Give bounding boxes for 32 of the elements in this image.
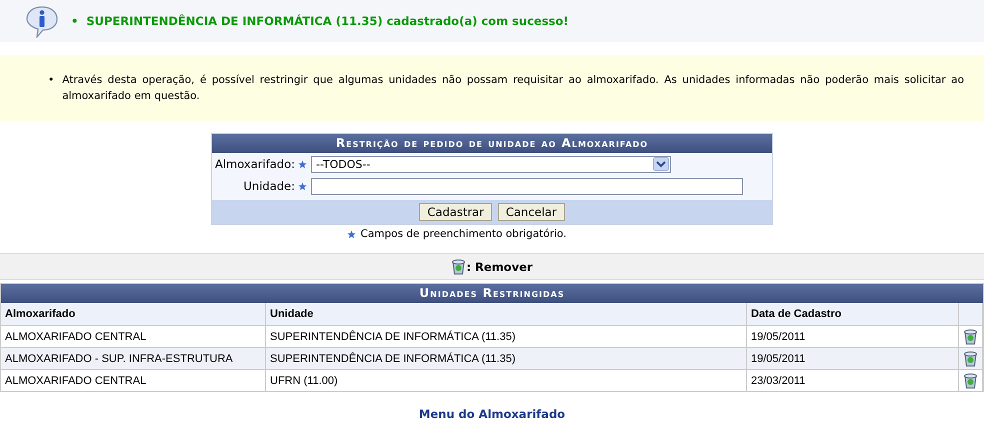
bullet: •: [71, 14, 78, 28]
menu-link[interactable]: Menu do Almoxarifado: [418, 407, 566, 421]
remove-icon[interactable]: [963, 350, 978, 366]
bullet: •: [48, 73, 54, 88]
required-star-icon: [298, 182, 307, 190]
table-cell: SUPERINTENDÊNCIA DE INFORMÁTICA (11.35): [266, 348, 746, 370]
legend-label: : Remover: [466, 260, 533, 274]
remove-icon[interactable]: [963, 328, 978, 344]
field-label: Unidade:: [242, 179, 295, 193]
form-title: Restrição de pedido de unidade ao Almoxarifado: [212, 134, 772, 153]
table-cell: ALMOXARIFADO CENTRAL: [1, 370, 266, 391]
table-cell: 23/03/2011: [746, 370, 958, 391]
success-message: SUPERINTENDÊNCIA DE INFORMÁTICA (11.35) cadastrado(a) com sucesso!: [86, 14, 569, 28]
required-star-icon: [298, 160, 307, 168]
table-cell: UFRN (11.00): [266, 370, 746, 391]
unidade-input[interactable]: [311, 178, 743, 194]
almoxarifado-select[interactable]: --TODOS--: [311, 156, 671, 172]
required-star-icon: [347, 230, 356, 238]
form-button[interactable]: Cadastrar: [419, 203, 492, 221]
remove-icon[interactable]: [963, 372, 978, 388]
instruction-text: Através desta operação, é possível restringir que algumas unidades não possam requisitar ao almoxarifado. As unidades informadas não poderão mais solicitar ao almoxarifado em questão.: [62, 73, 964, 104]
table-cell: ALMOXARIFADO - SUP. INFRA-ESTRUTURA: [1, 348, 266, 370]
table-title: Unidades Restringidas: [1, 284, 983, 303]
column-header: Almoxarifado: [1, 303, 266, 326]
table-cell: 19/05/2011: [746, 348, 958, 370]
field-label: Almoxarifado:: [214, 157, 295, 171]
info-icon: [25, 4, 59, 38]
required-note: Campos de preenchimento obrigatório.: [360, 228, 567, 240]
trash-bin-icon: [451, 258, 466, 274]
column-header: Unidade: [266, 303, 746, 326]
column-header: Data de Cadastro: [746, 303, 958, 326]
form-button[interactable]: Cancelar: [498, 203, 565, 221]
